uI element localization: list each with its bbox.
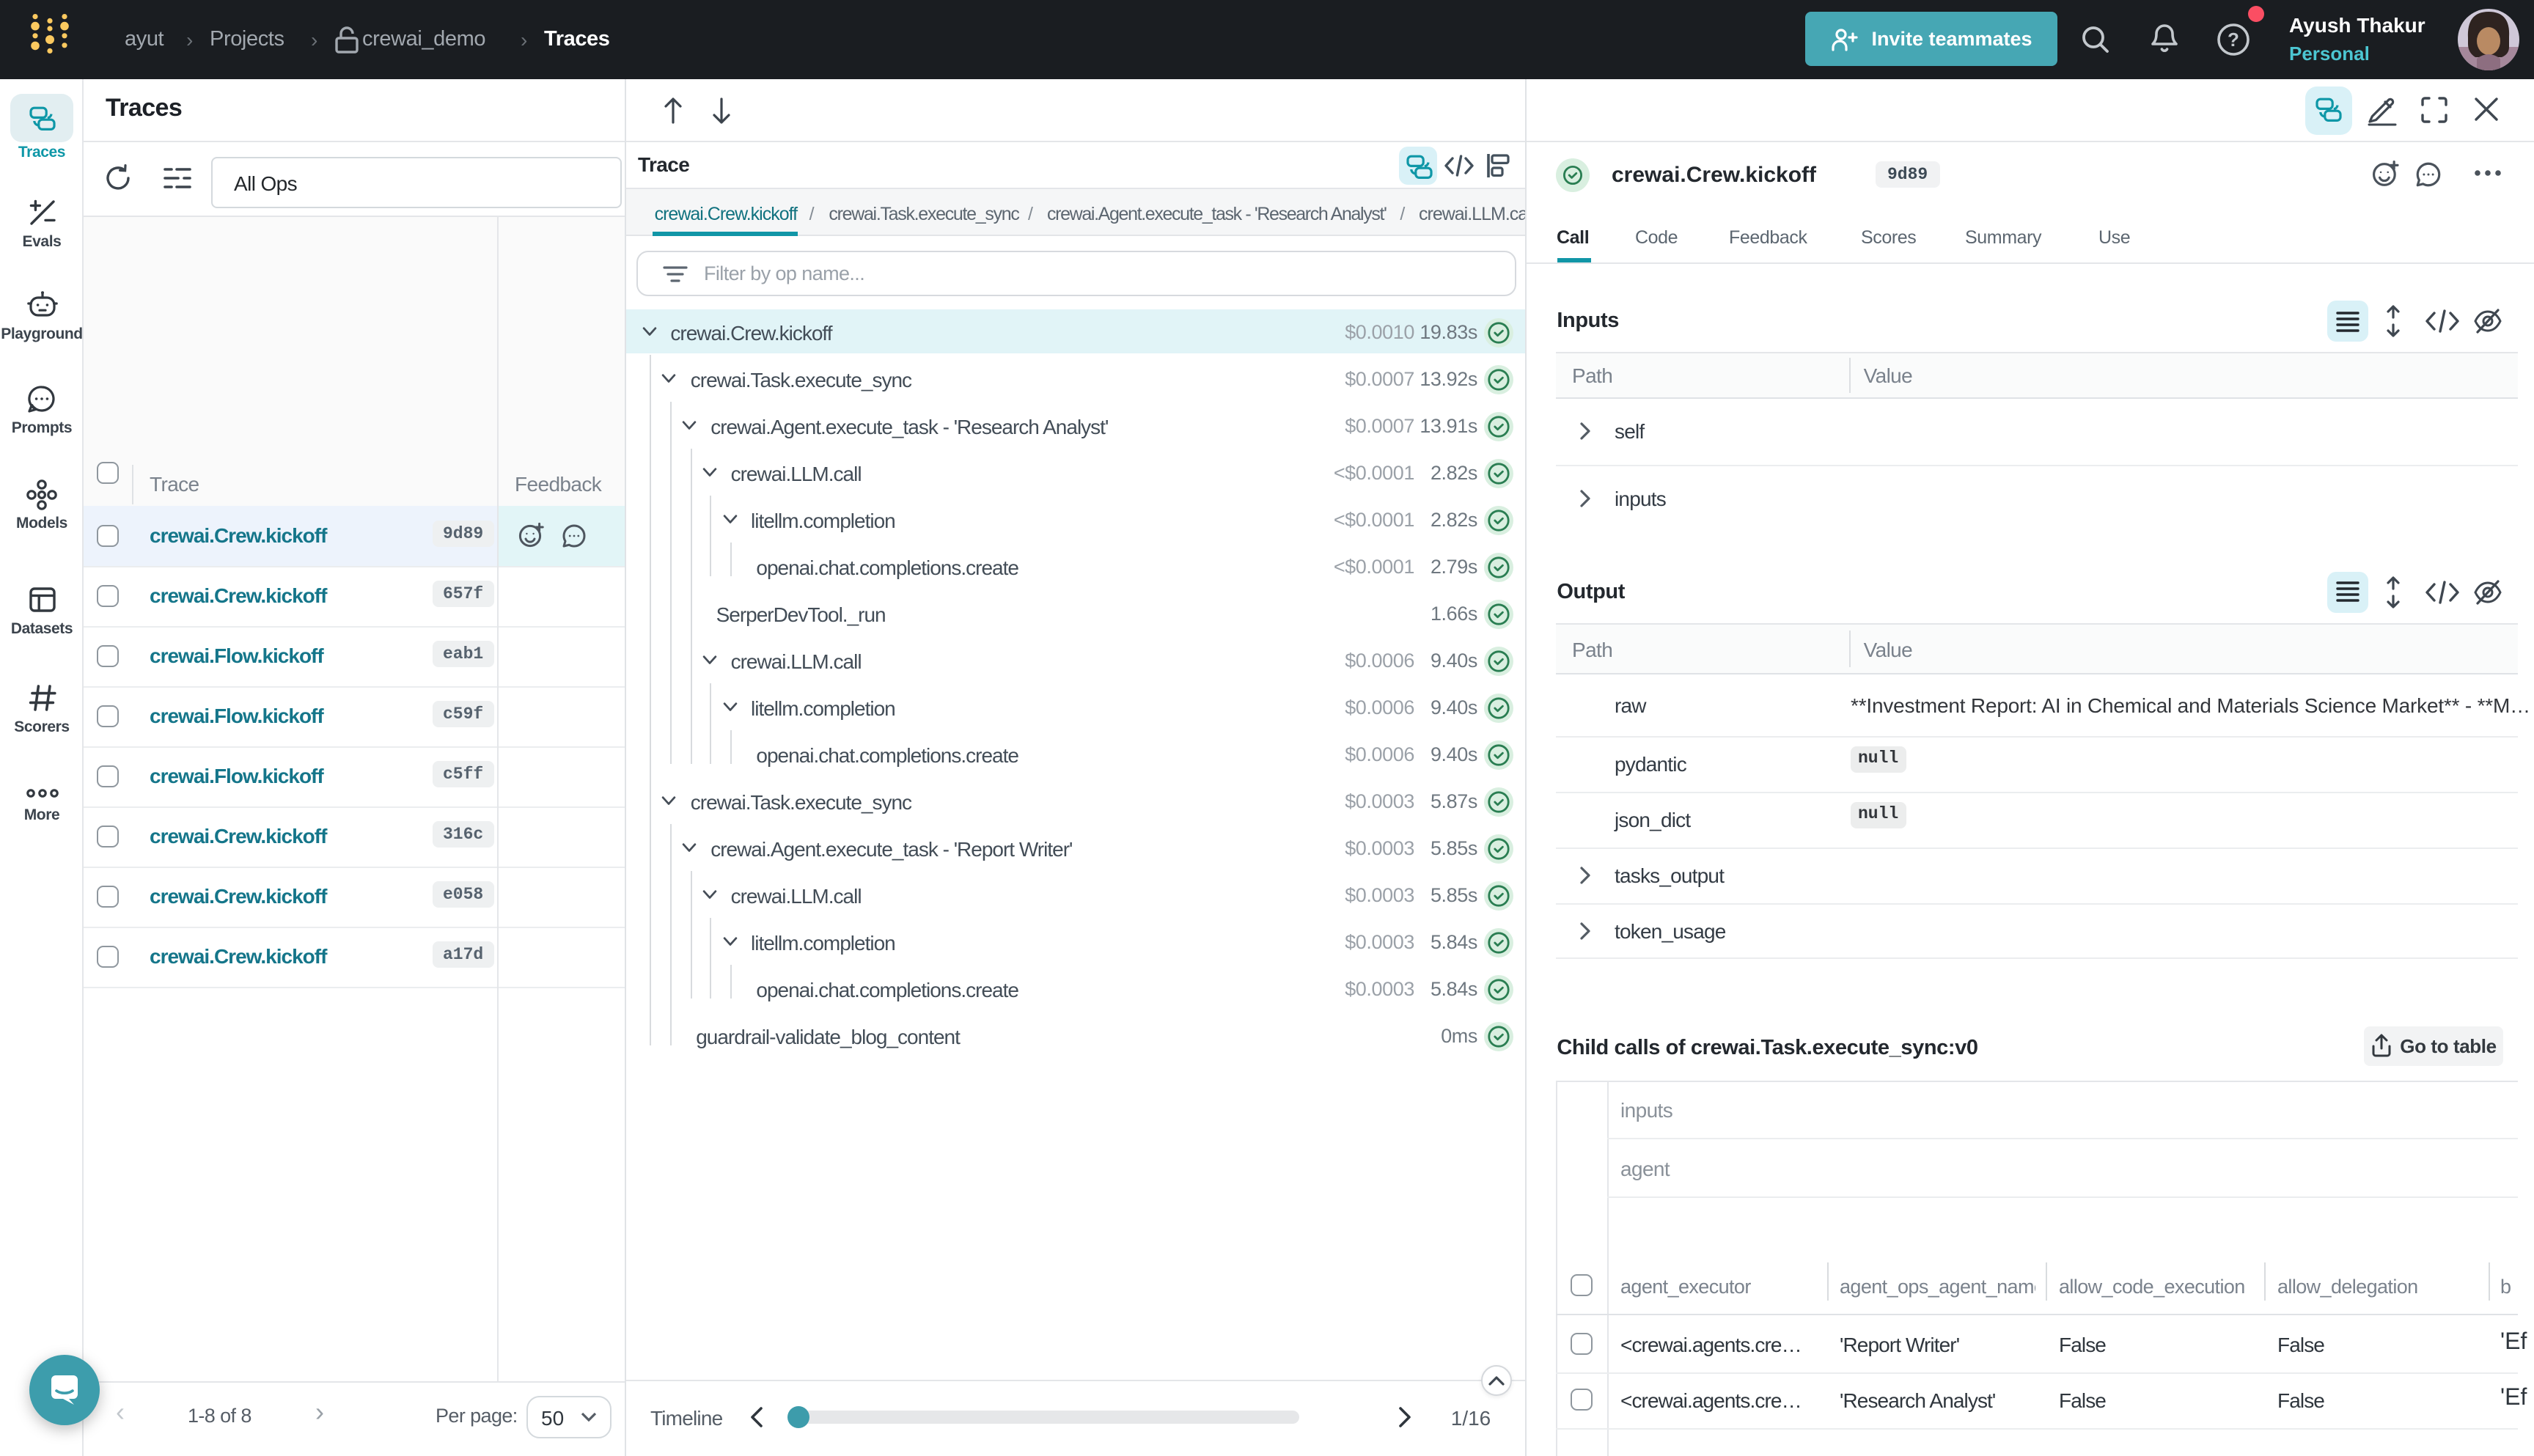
svg-text:?: ? [2228,29,2239,51]
